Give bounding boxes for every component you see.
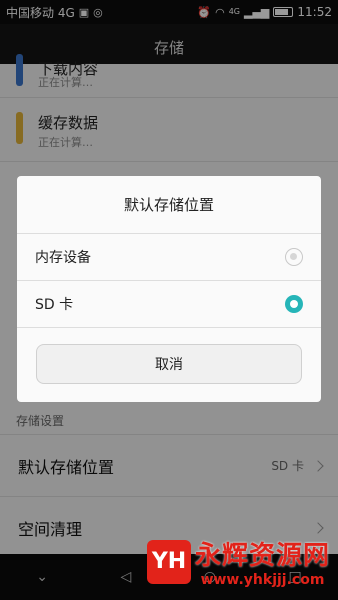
watermark-url: www.yhkjjj.com bbox=[200, 572, 325, 588]
option-label: SD 卡 bbox=[35, 297, 74, 313]
radio-unselected-icon[interactable] bbox=[285, 248, 303, 266]
dialog-title: 默认存储位置 bbox=[17, 176, 321, 234]
watermark-logo-icon: YH bbox=[146, 539, 191, 584]
watermark: YH 永辉资源网 www.yhkjjj.com bbox=[146, 535, 330, 588]
cancel-button[interactable]: 取消 bbox=[36, 344, 302, 384]
radio-selected-icon[interactable] bbox=[285, 295, 303, 313]
option-internal-storage[interactable]: 内存设备 bbox=[17, 234, 321, 281]
watermark-title: 永辉资源网 bbox=[194, 541, 330, 571]
option-sd-card[interactable]: SD 卡 bbox=[17, 281, 321, 328]
option-label: 内存设备 bbox=[35, 250, 91, 266]
storage-location-dialog: 默认存储位置 内存设备 SD 卡 取消 bbox=[17, 176, 321, 402]
